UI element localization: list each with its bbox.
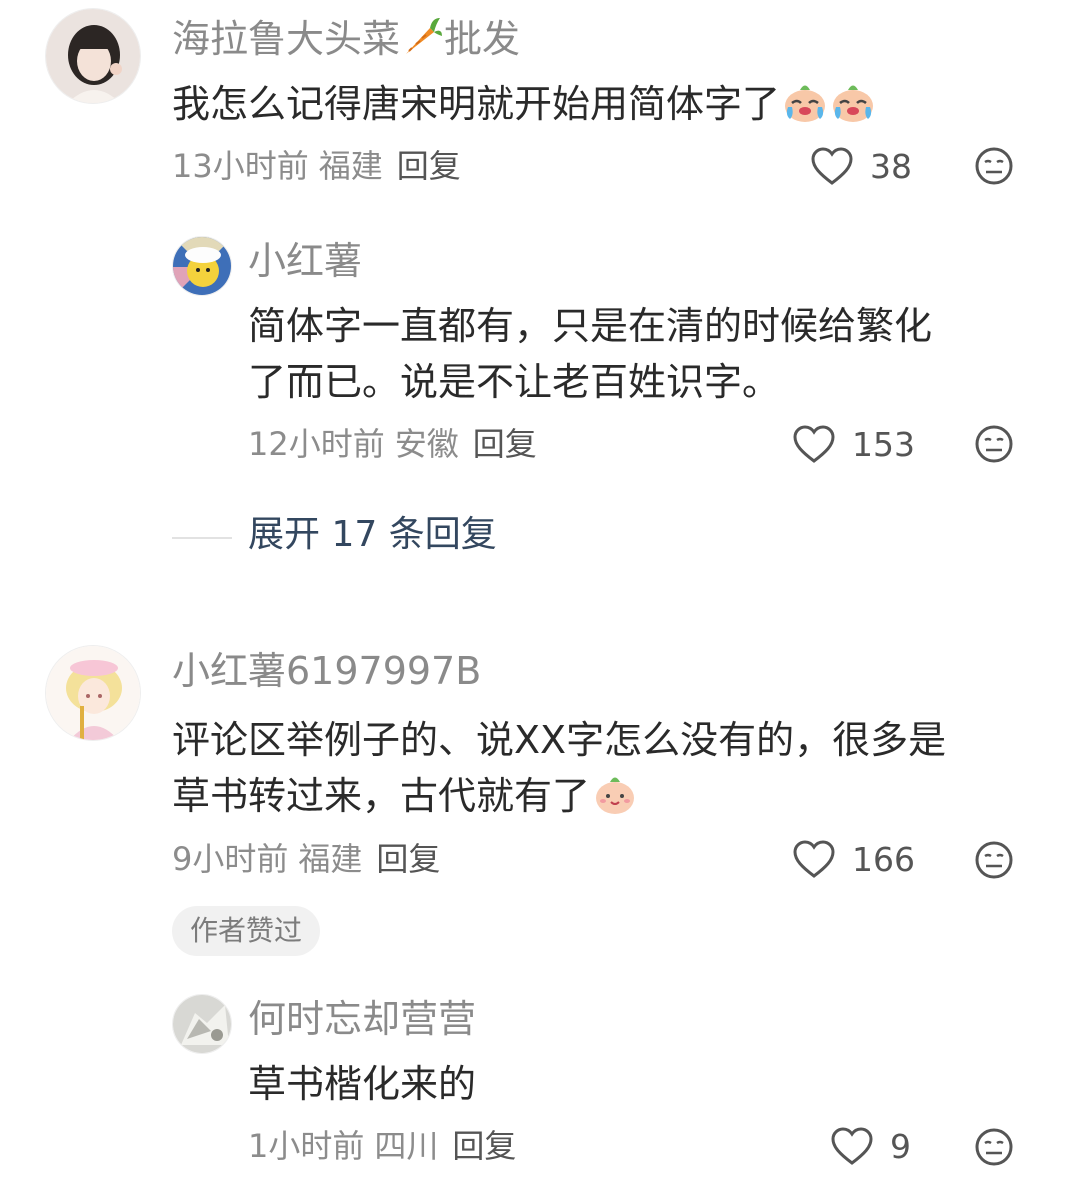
username-suffix: 批发 (444, 17, 521, 61)
crying-face-emoji (785, 85, 826, 122)
comment-time: 12小时前 (248, 425, 385, 463)
author-liked-badge: 作者赞过 (172, 906, 321, 956)
comment-text-body: 草书转过来，古代就有了 (172, 774, 591, 818)
comment-text: 草书楷化来的 (248, 1062, 477, 1106)
comment-text-line: 草书转过来，古代就有了 (172, 768, 946, 824)
comment-text-body: 我怎么记得唐宋明就开始用简体字了 (172, 82, 781, 126)
like-button[interactable]: 166 (792, 837, 915, 881)
avatar-image (173, 237, 231, 295)
avatar-image (46, 9, 140, 103)
meh-face-icon[interactable] (974, 146, 1014, 186)
meh-face-icon[interactable] (974, 840, 1014, 880)
heart-outline-icon (831, 1127, 873, 1165)
like-count: 166 (852, 839, 915, 879)
avatar-image (46, 646, 140, 740)
comment-text: 我怎么记得唐宋明就开始用简体字了 (172, 76, 876, 132)
comment-username[interactable]: 小红薯6197997B (172, 652, 481, 690)
meh-face-icon[interactable] (974, 1127, 1014, 1167)
like-count: 153 (852, 424, 915, 464)
like-button[interactable]: 38 (810, 144, 912, 188)
heart-outline-icon (793, 425, 835, 463)
comment-location: 安徽 (394, 425, 459, 463)
comment-location: 四川 (374, 1127, 439, 1165)
carrot-icon (406, 18, 443, 54)
like-count: 38 (870, 146, 912, 186)
comment-text-line: 评论区举例子的、说XX字怎么没有的，很多是 (172, 718, 947, 762)
avatar[interactable] (172, 994, 232, 1054)
comment-text: 简体字一直都有，只是在清的时候给繁化 了而已。说是不让老百姓识字。 (248, 298, 932, 410)
meh-face-icon[interactable] (974, 424, 1014, 464)
comment-time: 1小时前 (248, 1127, 365, 1165)
comment-meta: 13小时前 福建 回复 (172, 150, 461, 182)
reply-button[interactable]: 回复 (452, 1127, 516, 1165)
heart-outline-icon (811, 147, 853, 185)
avatar[interactable] (172, 236, 232, 296)
like-button[interactable]: 9 (830, 1124, 911, 1168)
expand-divider (172, 537, 232, 539)
comment-meta: 12小时前 安徽 回复 (248, 428, 537, 460)
reply-button[interactable]: 回复 (376, 840, 440, 878)
avatar-image (173, 995, 231, 1053)
comment-location: 福建 (298, 840, 363, 878)
comment-username[interactable]: 小红薯 (248, 242, 362, 280)
comment-time: 9小时前 (172, 840, 289, 878)
comment-text: 评论区举例子的、说XX字怎么没有的，很多是 草书转过来，古代就有了 (172, 712, 946, 824)
username-text: 海拉鲁大头菜 (172, 17, 401, 61)
expand-replies-button[interactable]: 展开 17 条回复 (248, 517, 497, 553)
avatar[interactable] (45, 8, 141, 104)
comment-text-line: 了而已。说是不让老百姓识字。 (248, 360, 781, 404)
heart-outline-icon (793, 840, 835, 878)
comment-meta: 9小时前 福建 回复 (172, 843, 440, 875)
like-count: 9 (890, 1126, 911, 1166)
comment-username[interactable]: 海拉鲁大头菜 批发 (172, 14, 520, 58)
avatar[interactable] (45, 645, 141, 741)
comment-username[interactable]: 何时忘却营营 (248, 1000, 476, 1038)
crying-face-emoji (833, 85, 874, 122)
smiling-face-emoji (596, 777, 635, 814)
comment-text-line: 简体字一直都有，只是在清的时候给繁化 (248, 304, 933, 348)
comment-meta: 1小时前 四川 回复 (248, 1130, 516, 1162)
comment-location: 福建 (318, 147, 383, 185)
comment-time: 13小时前 (172, 147, 309, 185)
reply-button[interactable]: 回复 (397, 147, 461, 185)
like-button[interactable]: 153 (792, 422, 915, 466)
reply-button[interactable]: 回复 (473, 425, 537, 463)
